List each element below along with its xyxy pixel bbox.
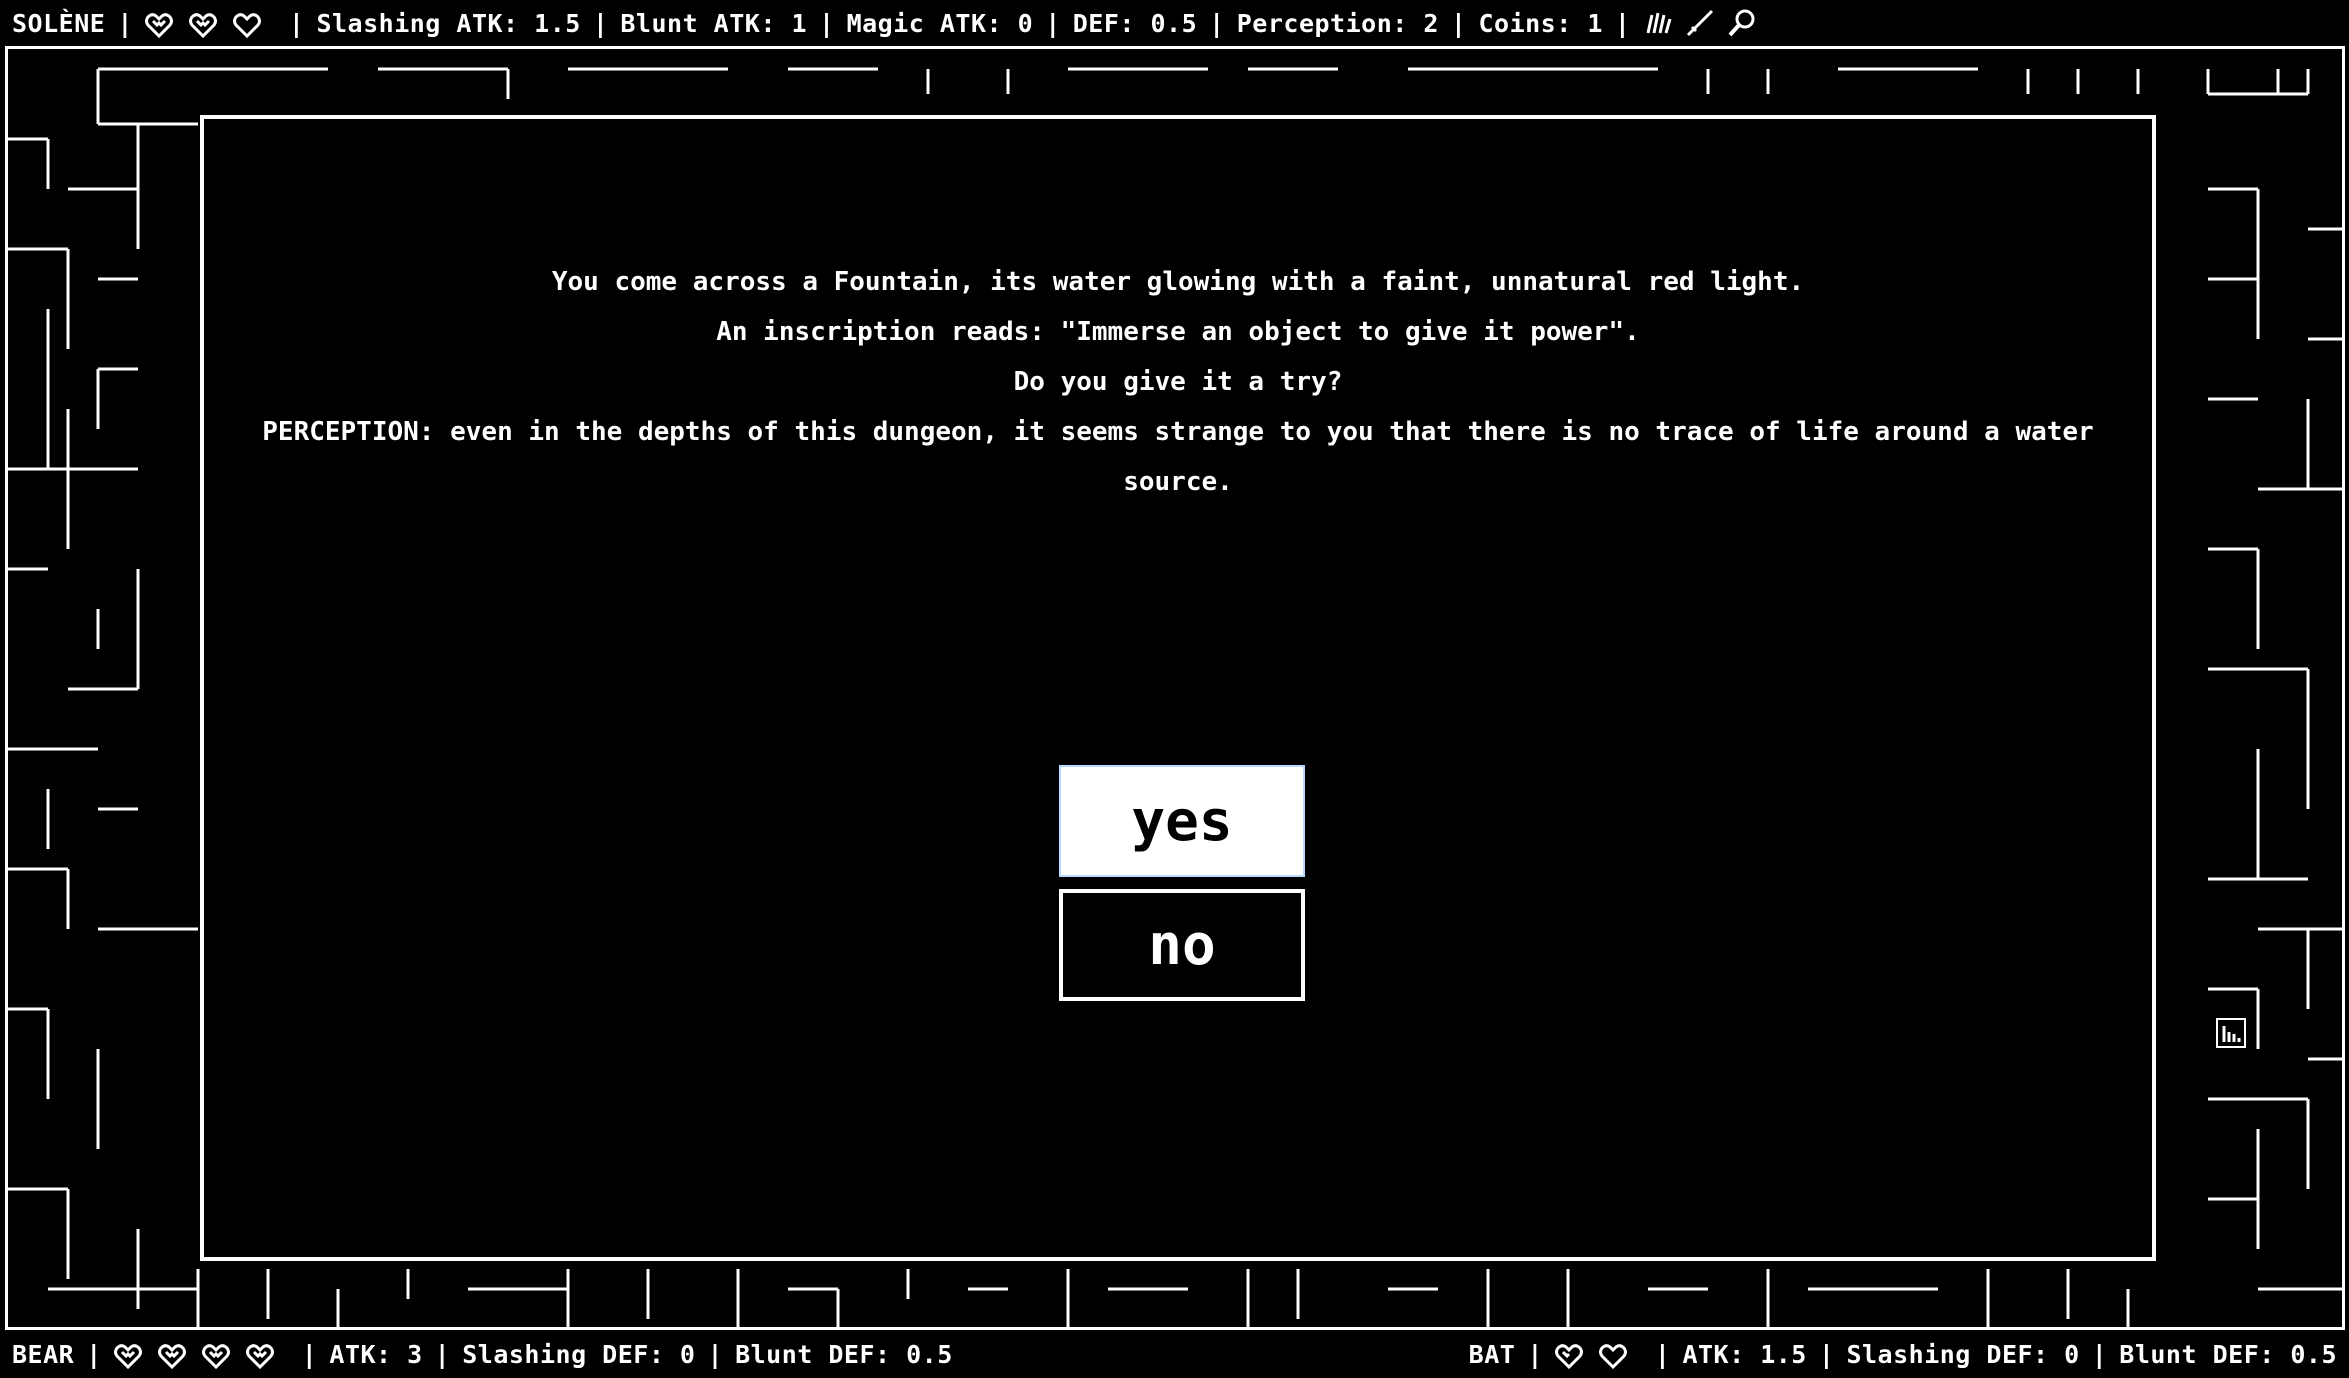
magnifier-icon[interactable] xyxy=(1726,7,1758,39)
separator: | xyxy=(86,1340,102,1369)
separator: | xyxy=(1045,8,1061,38)
separator: | xyxy=(2091,1340,2108,1369)
empty-heart-icon xyxy=(1598,1344,1627,1370)
no-button[interactable]: no xyxy=(1059,889,1305,1001)
separator: | xyxy=(707,1340,724,1369)
full-heart-icon xyxy=(157,1344,186,1370)
full-heart-icon xyxy=(201,1344,230,1370)
perception-hint: PERCEPTION: even in the depths of this d… xyxy=(262,417,2094,497)
event-text: You come across a Fountain, its water gl… xyxy=(204,257,2152,507)
half-heart-icon xyxy=(1554,1344,1583,1370)
enemy-left-status: BEAR | | ATK: 3 | Slashing DEF: 0 | Blun… xyxy=(12,1340,953,1370)
separator: | xyxy=(592,8,609,38)
full-heart-icon xyxy=(144,12,173,38)
stat-coins: Coins: 1 xyxy=(1478,8,1603,38)
enemy-name: BEAR xyxy=(12,1340,75,1369)
enemy-right-status: BAT | | ATK: 1.5 | Slashing DEF: 0 | Blu… xyxy=(1468,1340,2337,1370)
full-heart-icon xyxy=(188,12,217,38)
event-line: You come across a Fountain, its water gl… xyxy=(551,267,1805,297)
yes-button[interactable]: yes xyxy=(1059,765,1305,877)
stat-magic-atk: Magic ATK: 0 xyxy=(846,8,1034,38)
stat-def: DEF: 0.5 xyxy=(1072,8,1198,38)
empty-heart-icon xyxy=(232,12,261,38)
enemy-atk: ATK: 1.5 xyxy=(1682,1340,1807,1369)
player-hearts xyxy=(144,9,277,38)
enemy-status-bar: BEAR | | ATK: 3 | Slashing DEF: 0 | Blun… xyxy=(0,1334,2349,1378)
stat-blunt-atk: Blunt ATK: 1 xyxy=(620,8,807,38)
claw-icon[interactable] xyxy=(1642,7,1674,39)
separator: | xyxy=(1818,1340,1835,1369)
event-dialog: You come across a Fountain, its water gl… xyxy=(200,115,2156,1261)
separator: | xyxy=(819,8,835,38)
event-line: An inscription reads: "Immerse an object… xyxy=(716,317,1640,347)
separator: | xyxy=(1614,8,1631,38)
enemy-name: BAT xyxy=(1468,1340,1516,1369)
separator: | xyxy=(1654,1340,1671,1369)
enemy-blunt-def: Blunt DEF: 0.5 xyxy=(735,1340,953,1369)
enemy-atk: ATK: 3 xyxy=(329,1340,423,1369)
stat-slashing-atk: Slashing ATK: 1.5 xyxy=(316,8,581,38)
player-name: SOLÈNE xyxy=(12,8,106,38)
enemy-slashing-def: Slashing DEF: 0 xyxy=(1846,1340,2080,1369)
enemy-blunt-def: Blunt DEF: 0.5 xyxy=(2119,1340,2337,1369)
sword-icon[interactable] xyxy=(1684,7,1716,39)
separator: | xyxy=(434,1340,451,1369)
separator: | xyxy=(288,8,305,38)
separator: | xyxy=(1527,1340,1543,1369)
separator: | xyxy=(1209,8,1225,38)
separator: | xyxy=(301,1340,318,1369)
separator: | xyxy=(117,8,133,38)
enemy-hearts xyxy=(113,1340,290,1370)
enemy-hearts xyxy=(1554,1340,1643,1370)
full-heart-icon xyxy=(245,1344,274,1370)
event-line: Do you give it a try? xyxy=(1013,367,1343,397)
stat-perception: Perception: 2 xyxy=(1236,8,1439,38)
separator: | xyxy=(1450,8,1467,38)
enemy-slashing-def: Slashing DEF: 0 xyxy=(462,1340,696,1369)
player-status-bar: SOLÈNE | | Slashing ATK: 1.5 | Blunt ATK… xyxy=(0,0,2349,46)
full-heart-icon xyxy=(113,1344,142,1370)
bar-chart-icon[interactable] xyxy=(2216,1018,2246,1048)
